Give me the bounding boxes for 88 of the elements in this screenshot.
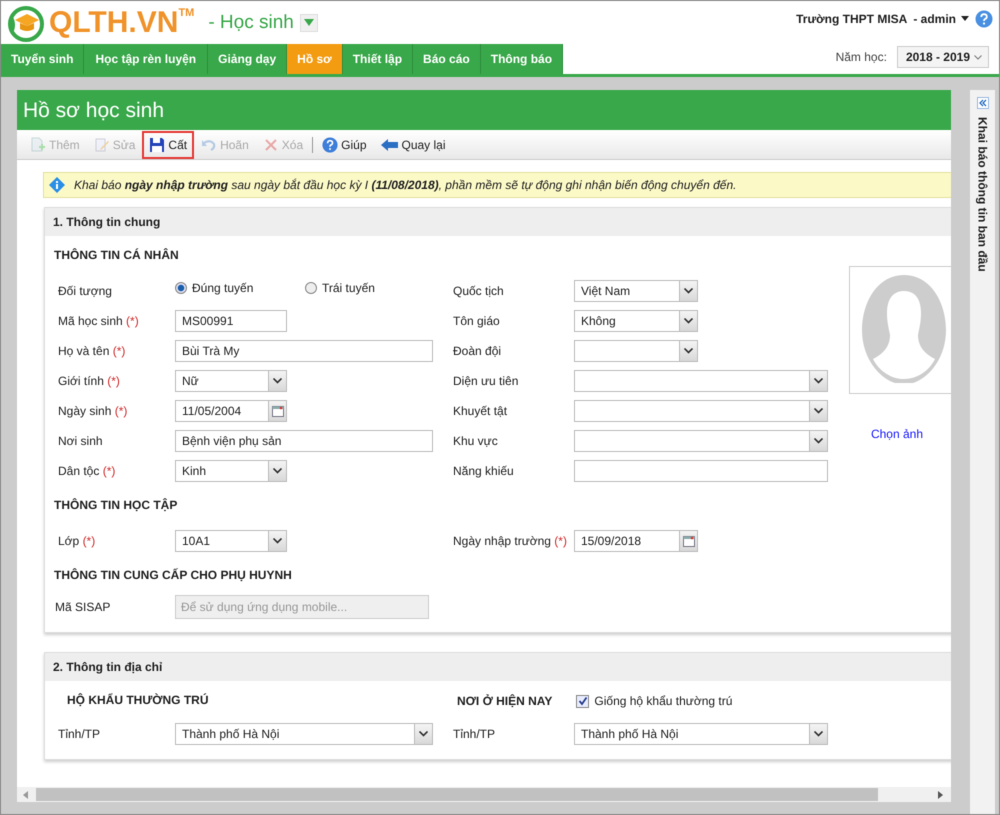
field-label: Quốc tịch	[453, 284, 505, 298]
school-year-label: Năm học:	[836, 50, 887, 64]
chevron-down-icon	[974, 54, 982, 60]
select-field[interactable]: Không	[574, 310, 698, 332]
select-field[interactable]	[574, 430, 828, 452]
save-button[interactable]: Cất	[142, 130, 194, 158]
school-year-select[interactable]: 2018 - 2019	[896, 46, 989, 68]
field-label: Dân tộc (*)	[58, 464, 116, 478]
chevron-down-icon	[684, 288, 693, 294]
subsection-heading: HỘ KHẨU THƯỜNG TRÚ	[66, 692, 210, 709]
select-field[interactable]: Việt Nam	[574, 280, 698, 302]
subsection-heading: THÔNG TIN CÁ NHÂN	[53, 247, 180, 264]
caret-icon	[304, 19, 314, 26]
help-icon	[322, 136, 338, 152]
subsection-heading: NƠI Ở HIỆN NAY	[457, 694, 552, 708]
chevron-down-icon	[419, 731, 428, 737]
input-field[interactable]: Bùi Trà My	[175, 340, 433, 362]
calendar-icon	[272, 405, 284, 417]
subsection-heading: THÔNG TIN HỌC TẬP	[53, 497, 178, 514]
back-arrow-icon	[380, 138, 398, 152]
field-label: Giới tính (*)	[58, 374, 121, 388]
field-label: Năng khiếu	[453, 464, 515, 478]
collapse-button[interactable]	[976, 97, 988, 109]
date-field[interactable]: 15/09/2018	[574, 530, 698, 552]
help-button[interactable]: Giúp	[315, 130, 374, 158]
trademark: TM	[178, 6, 194, 18]
field-label: Ngày nhập trường (*)	[453, 534, 568, 548]
field-label: Đối tượng	[58, 284, 113, 298]
horizontal-scrollbar[interactable]	[17, 787, 951, 802]
field-label: Ngày sinh (*)	[58, 404, 128, 418]
field-label: Tôn giáo	[453, 314, 501, 328]
field-label: Tỉnh/TP	[58, 727, 102, 741]
help-icon[interactable]	[975, 10, 993, 28]
select-field[interactable]: Thành phố Hà Nội	[574, 723, 828, 745]
select-field[interactable]	[574, 370, 828, 392]
school-name: Trường THPT MISA	[796, 12, 908, 26]
section-title: 2. Thông tin địa chỉ	[45, 653, 951, 681]
double-chevron-left-icon	[978, 99, 986, 107]
chevron-down-icon	[814, 438, 823, 444]
input-field[interactable]	[574, 460, 828, 482]
field-label: Nơi sinh	[58, 434, 104, 448]
document-plus-icon	[30, 136, 46, 152]
chevron-down-icon	[684, 318, 693, 324]
side-panel-title: Khai báo thông tin ban đầu	[976, 117, 990, 272]
field-label: Khu vực	[453, 434, 499, 448]
info-icon	[49, 177, 65, 193]
chevron-down-icon	[273, 378, 282, 384]
calendar-icon	[682, 535, 694, 547]
module-dropdown-button[interactable]	[300, 14, 318, 32]
pencil-icon	[94, 136, 110, 152]
field-label: Tỉnh/TP	[453, 727, 496, 741]
field-label: Khuyết tật	[453, 404, 508, 418]
input-field[interactable]: Bệnh viện phụ sản	[175, 430, 433, 452]
user-menu[interactable]: - admin	[913, 12, 969, 26]
checkmark-icon	[578, 696, 588, 706]
delete-icon	[262, 136, 279, 152]
field-label: Họ và tên (*)	[58, 344, 126, 358]
field-label: Lớp (*)	[58, 534, 96, 548]
input-field[interactable]: MS00991	[175, 310, 287, 332]
chevron-down-icon	[273, 538, 282, 544]
back-button[interactable]: Quay lại	[374, 130, 453, 158]
chevron-down-icon	[273, 468, 282, 474]
chevron-down-icon	[814, 378, 823, 384]
section-title: 1. Thông tin chung	[45, 208, 951, 236]
radio-option[interactable]: Trái tuyến	[305, 281, 435, 295]
subsection-heading: THÔNG TIN CUNG CẤP CHO PHỤ HUYNH	[53, 567, 293, 584]
radio-option[interactable]: Đúng tuyến	[175, 281, 305, 295]
module-title: - Học sinh	[208, 12, 294, 34]
choose-photo-link[interactable]: Chọn ảnh	[870, 427, 924, 441]
notice-text: Khai báo ngày nhập trường sau ngày bắt đầu học kỳ I (11/08/2018), phần mềm sẽ tự động ghi nhận biến động chuyển đến.	[74, 178, 736, 192]
chevron-down-icon	[814, 731, 823, 737]
select-field[interactable]	[574, 400, 828, 422]
logo-text: QLTH.VN	[49, 6, 178, 40]
field-label: Diện ưu tiên	[453, 374, 520, 388]
field-label: Mã học sinh (*)	[58, 314, 140, 328]
select-field[interactable]	[574, 340, 698, 362]
page-title: Hồ sơ học sinh	[17, 90, 951, 130]
select-field[interactable]: Kinh	[175, 460, 287, 482]
select-field[interactable]: Thành phố Hà Nội	[175, 723, 433, 745]
field-label: Mã SISAP	[55, 600, 112, 614]
date-field[interactable]: 11/05/2004	[175, 400, 287, 422]
chevron-down-icon	[814, 408, 823, 414]
caret-icon	[961, 16, 969, 21]
chevron-down-icon	[684, 348, 693, 354]
select-field[interactable]: 10A1	[175, 530, 287, 552]
select-field[interactable]: Nữ	[175, 370, 287, 392]
field-label: Đoàn đội	[453, 344, 502, 358]
same-address-checkbox[interactable]: Giống hộ khẩu thường trú	[576, 694, 732, 708]
